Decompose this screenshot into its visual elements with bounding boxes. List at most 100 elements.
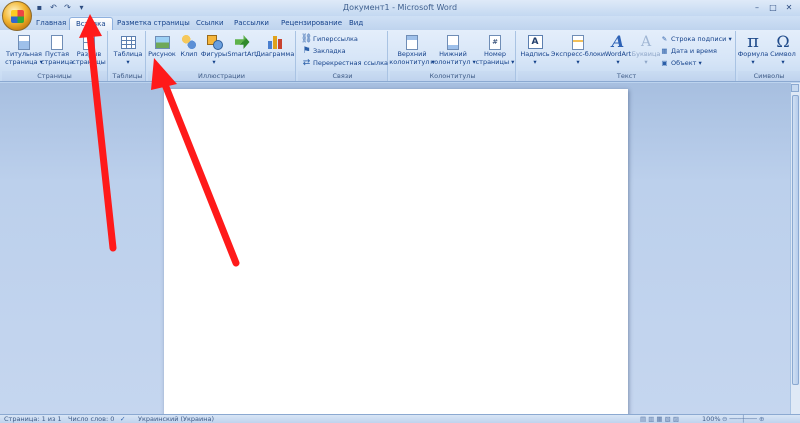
cross-reference-icon: ⇄ xyxy=(302,57,311,68)
page-break-label: Разрыв страницы xyxy=(72,50,106,66)
window-title: Документ1 - Microsoft Word xyxy=(342,3,458,12)
wordart-icon: A xyxy=(611,32,625,51)
bookmark-icon: ⚑ xyxy=(302,45,311,56)
object-button[interactable]: ▣ Объект ▾ xyxy=(660,58,701,67)
omega-icon: Ω xyxy=(776,32,790,51)
document-workspace xyxy=(0,83,790,419)
dropcap-label: Буквица ▾ xyxy=(631,50,661,66)
blank-page-button[interactable]: Пустая страница xyxy=(40,34,74,66)
tab-mailings[interactable]: Рассылки xyxy=(234,17,269,30)
status-bar: Страница: 1 из 1 Число слов: 0 ✓ Украинс… xyxy=(0,414,800,423)
group-text-label: Текст xyxy=(518,71,735,81)
shapes-label: Фигуры ▾ xyxy=(200,50,228,66)
dropcap-button[interactable]: A Буквица ▾ xyxy=(631,34,661,66)
page-count-status[interactable]: Страница: 1 из 1 xyxy=(4,415,62,423)
quick-parts-icon xyxy=(572,34,584,50)
group-illustrations: Рисунок Клип Фигуры ▾ SmartArt Диаграмма… xyxy=(148,31,296,81)
page-number-label: Номер страницы ▾ xyxy=(475,50,515,66)
calendar-icon: ▦ xyxy=(661,46,668,55)
ribbon-tabs: Главная Вставка Разметка страницы Ссылки… xyxy=(0,16,800,30)
title-bar: ▪ ↶ ↷ ▾ Документ1 - Microsoft Word – □ ✕ xyxy=(0,0,800,16)
blank-page-icon xyxy=(51,34,63,50)
cross-reference-label: Перекрестная ссылка xyxy=(313,58,388,67)
picture-icon xyxy=(154,35,170,49)
table-button[interactable]: Таблица ▾ xyxy=(113,34,143,66)
chart-icon xyxy=(267,35,283,49)
maximize-icon[interactable]: □ xyxy=(766,2,780,13)
quick-parts-button[interactable]: Экспресс-блоки ▾ xyxy=(550,34,606,66)
group-tables-label: Таблицы xyxy=(110,71,145,81)
smartart-icon xyxy=(234,35,250,49)
cross-reference-button[interactable]: ⇄ Перекрестная ссылка xyxy=(302,57,388,68)
word-count-status[interactable]: Число слов: 0 xyxy=(68,415,114,423)
cover-page-icon xyxy=(18,34,30,50)
wordart-button[interactable]: A WordArt ▾ xyxy=(604,34,632,66)
group-tables: Таблица ▾ Таблицы xyxy=(110,31,146,81)
bookmark-button[interactable]: ⚑ Закладка xyxy=(302,45,345,56)
header-icon xyxy=(406,34,418,50)
picture-button[interactable]: Рисунок xyxy=(148,34,176,59)
header-label: Верхний колонтитул ▾ xyxy=(389,50,435,66)
view-buttons-icon[interactable]: ▤ ▥ ▦ ▧ ▨ xyxy=(640,415,679,423)
tab-page-layout[interactable]: Разметка страницы xyxy=(117,17,190,30)
signature-line-button[interactable]: ✎ Строка подписи ▾ xyxy=(660,34,732,43)
shapes-icon xyxy=(206,35,223,50)
proofing-icon[interactable]: ✓ xyxy=(120,415,125,423)
object-icon: ▣ xyxy=(661,58,668,67)
shapes-button[interactable]: Фигуры ▾ xyxy=(201,34,227,66)
chart-label: Диаграмма xyxy=(255,50,295,58)
page-break-button[interactable]: Разрыв страницы xyxy=(72,34,106,66)
tab-view[interactable]: Вид xyxy=(349,17,363,30)
signature-icon: ✎ xyxy=(661,34,668,43)
page-number-button[interactable]: # Номер страницы ▾ xyxy=(476,34,514,66)
symbol-button[interactable]: Ω Символ ▾ xyxy=(769,32,797,66)
group-illustrations-label: Иллюстрации xyxy=(148,71,295,81)
hyperlink-icon: ⛓ xyxy=(300,33,313,44)
language-status[interactable]: Украинский (Украина) xyxy=(138,415,214,423)
chart-button[interactable]: Диаграмма xyxy=(256,34,294,59)
pi-icon: π xyxy=(747,31,759,52)
document-page[interactable] xyxy=(164,89,628,419)
table-icon xyxy=(120,35,136,49)
footer-icon xyxy=(447,34,459,50)
vertical-scrollbar[interactable] xyxy=(790,83,800,414)
minimize-icon[interactable]: – xyxy=(750,2,764,13)
date-time-button[interactable]: ▦ Дата и время xyxy=(660,46,717,55)
clipart-icon xyxy=(182,35,196,49)
hyperlink-button[interactable]: ⛓ Гиперссылка xyxy=(300,33,358,44)
group-text: A Надпись ▾ Экспресс-блоки ▾ A WordArt ▾… xyxy=(518,31,736,81)
scrollbar-thumb[interactable] xyxy=(792,95,799,385)
signature-label: Строка подписи ▾ xyxy=(671,34,732,43)
textbox-button[interactable]: A Надпись ▾ xyxy=(520,34,550,66)
quick-parts-label: Экспресс-блоки ▾ xyxy=(550,50,606,66)
footer-button[interactable]: Нижний колонтитул ▾ xyxy=(430,34,476,66)
tab-home[interactable]: Главная xyxy=(36,17,66,30)
office-button[interactable] xyxy=(2,1,32,31)
group-links: ⛓ Гиперссылка ⚑ Закладка ⇄ Перекрестная … xyxy=(298,31,388,81)
clip-button[interactable]: Клип xyxy=(178,34,200,59)
tab-references[interactable]: Ссылки xyxy=(196,17,224,30)
tab-review[interactable]: Рецензирование xyxy=(281,17,342,30)
textbox-icon: A xyxy=(527,35,543,49)
ruler-toggle-icon[interactable] xyxy=(791,84,799,92)
cover-page-button[interactable]: Титульная страница ▾ xyxy=(5,34,43,66)
group-header-footer: Верхний колонтитул ▾ Нижний колонтитул ▾… xyxy=(389,31,516,81)
blank-page-label: Пустая страница xyxy=(40,50,74,66)
textbox-label: Надпись ▾ xyxy=(520,50,550,66)
group-symbols: π Формула ▾ Ω Символ ▾ Символы xyxy=(738,31,800,81)
equation-button[interactable]: π Формула ▾ xyxy=(738,31,769,66)
tab-insert[interactable]: Вставка xyxy=(69,17,113,30)
ribbon: Титульная страница ▾ Пустая страница Раз… xyxy=(0,30,800,82)
close-icon[interactable]: ✕ xyxy=(782,2,796,13)
office-logo-icon xyxy=(11,10,24,23)
smartart-button[interactable]: SmartArt xyxy=(227,34,257,59)
date-time-label: Дата и время xyxy=(671,46,717,55)
group-pages-label: Страницы xyxy=(2,71,107,81)
zoom-slider[interactable]: ⊖ ───┼─── ⊕ xyxy=(722,415,764,423)
footer-label: Нижний колонтитул ▾ xyxy=(430,50,476,66)
cover-page-label: Титульная страница ▾ xyxy=(5,50,43,66)
header-button[interactable]: Верхний колонтитул ▾ xyxy=(389,34,435,66)
smartart-label: SmartArt xyxy=(227,50,257,58)
window-controls: – □ ✕ xyxy=(750,2,796,13)
zoom-level[interactable]: 100% xyxy=(702,415,721,423)
